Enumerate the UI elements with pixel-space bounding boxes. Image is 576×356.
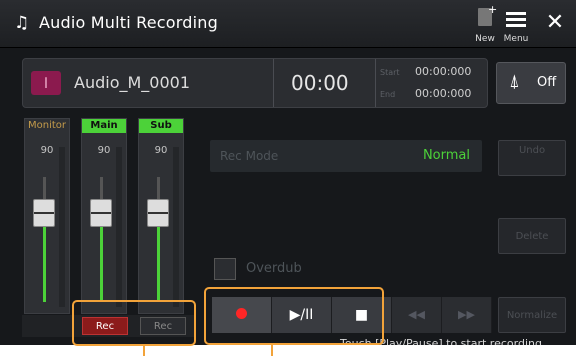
level-meter [116, 147, 122, 307]
plus-icon: + [488, 3, 498, 16]
close-icon: ✕ [545, 10, 565, 35]
checkbox-box[interactable] [214, 258, 236, 280]
fast-forward-button[interactable]: ▶▶ [442, 297, 492, 333]
time-display: 00:00 [291, 71, 349, 95]
menu-icon-bar [506, 18, 526, 21]
delete-button[interactable]: Delete [498, 218, 566, 254]
metronome-button[interactable]: ⍋ Off [496, 62, 566, 104]
menu-icon [506, 12, 526, 15]
fast-forward-icon: ▶▶ [458, 308, 475, 321]
rec-mode-value: Normal [422, 148, 470, 163]
menu-label: Menu [503, 34, 529, 44]
strip-label-sub[interactable]: Sub [139, 119, 183, 133]
divider [375, 59, 376, 107]
header-bar: ♫ Audio Multi Recording + New Menu ✕ [0, 0, 576, 48]
end-value: 00:00:000 [415, 87, 472, 100]
level-meter [173, 147, 179, 307]
highlight-callout-line [271, 344, 273, 356]
music-note-plus-icon: ♫ [14, 13, 30, 33]
rec-mode-label: Rec Mode [220, 149, 279, 163]
file-name: Audio_M_0001 [74, 73, 190, 92]
file-info-panel[interactable]: 𝍷 Audio_M_0001 00:00 Start 00:00:000 End… [22, 58, 488, 108]
menu-button[interactable]: Menu [497, 6, 535, 46]
fader-level [100, 227, 103, 302]
start-value: 00:00:000 [415, 65, 472, 78]
rec-mode-selector[interactable]: Rec Mode Normal [210, 140, 482, 172]
delete-label: Delete [515, 231, 549, 242]
mixer-strip-main[interactable]: Main 90 [81, 118, 127, 314]
close-button[interactable]: ✕ [538, 12, 572, 52]
fader-knob-sub[interactable] [147, 199, 169, 227]
divider [273, 59, 274, 107]
undo-button[interactable]: Undo [498, 140, 566, 176]
fader-knob-monitor[interactable] [33, 199, 55, 227]
mixer-strip-sub[interactable]: Sub 90 [138, 118, 184, 314]
metronome-state: Off [537, 75, 557, 90]
rewind-icon: ◀◀ [408, 308, 425, 321]
highlight-callout-line [143, 344, 145, 356]
strip-label-main[interactable]: Main [82, 119, 126, 133]
fader-knob-main[interactable] [90, 199, 112, 227]
mixer-strip-monitor[interactable]: Monitor 90 [24, 118, 70, 314]
strip-label-monitor: Monitor [25, 119, 69, 133]
normalize-label: Normalize [506, 310, 558, 321]
end-label: End [380, 90, 396, 99]
undo-label: Undo [518, 145, 546, 156]
metronome-icon: ⍋ [509, 71, 520, 92]
transport-highlight [204, 287, 384, 345]
overdub-label: Overdub [246, 261, 302, 276]
menu-icon-bar [506, 24, 526, 27]
fader-level [157, 227, 160, 302]
page-title: Audio Multi Recording [39, 13, 218, 32]
level-meter [59, 147, 65, 307]
normalize-button[interactable]: Normalize [498, 297, 566, 333]
rewind-button[interactable]: ◀◀ [392, 297, 442, 333]
start-label: Start [380, 68, 400, 77]
fader-level [43, 227, 46, 302]
audio-wave-icon: 𝍷 [31, 71, 61, 95]
rec-buttons-highlight [72, 300, 196, 346]
